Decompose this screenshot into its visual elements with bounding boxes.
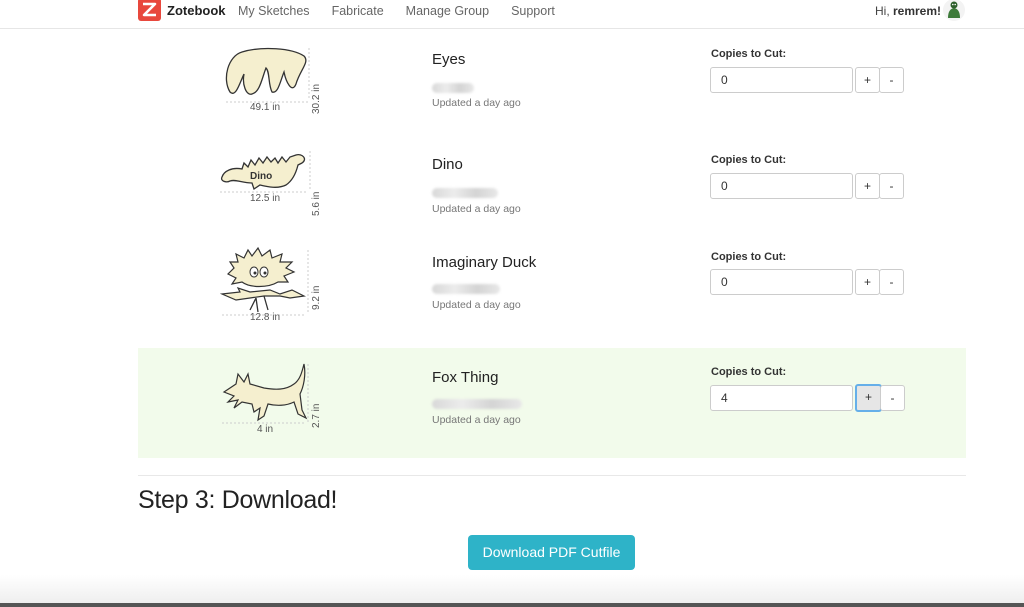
copies-input[interactable]: 0 [710,173,853,199]
sketch-item-fox-thing: 4 in 2.7 in Fox Thing Updated a day ago … [138,348,966,458]
copies-input[interactable]: 0 [710,269,853,295]
nav-links: My Sketches Fabricate Manage Group Suppo… [238,4,577,18]
decrement-button[interactable]: - [879,269,904,295]
sketch-width: 12.5 in [249,193,281,204]
zotebook-logo-icon [138,0,161,21]
increment-button[interactable]: + [855,67,880,93]
decrement-button[interactable]: - [879,173,904,199]
copies-label: Copies to Cut: [711,48,787,60]
sketch-thumbnail-eyes [222,44,312,109]
copies-input[interactable]: 0 [710,67,853,93]
sketch-item-eyes: 49.1 in 30.2 in Eyes Updated a day ago C… [138,36,966,126]
increment-button[interactable]: + [855,173,880,199]
sketch-title: Dino [432,156,463,173]
sketch-height: 30.2 in [311,83,322,114]
decrement-button[interactable]: - [879,67,904,93]
username: remrem! [893,4,942,18]
sketch-thumbnail-fox-thing [220,362,312,429]
dino-art-label: Dino [250,171,272,182]
decrement-button[interactable]: - [880,385,905,411]
copies-label: Copies to Cut: [711,154,787,166]
avatar[interactable] [942,0,966,22]
nav-link-my-sketches[interactable]: My Sketches [238,4,310,18]
sketch-width: 4 in [256,424,274,435]
window-bottom-edge [0,603,1024,607]
increment-button[interactable]: + [855,269,880,295]
sketch-item-imaginary-duck: 12.8 in 9.2 in Imaginary Duck Updated a … [138,238,966,338]
sketch-thumbnail-dino: Dino [218,149,314,198]
sketch-updated: Updated a day ago [432,203,521,215]
nav-link-manage-group[interactable]: Manage Group [406,4,489,18]
navbar: Zotebook My Sketches Fabricate Manage Gr… [0,0,1024,29]
sketch-item-dino: Dino 12.5 in 5.6 in Dino Updated a day a… [138,141,966,231]
sketch-updated: Updated a day ago [432,97,521,109]
section-divider [138,475,966,476]
sketch-updated: Updated a day ago [432,414,521,426]
sketch-height: 5.6 in [311,191,322,216]
sketch-height: 2.7 in [311,403,322,428]
sketch-author-blurred [432,188,498,198]
increment-button[interactable]: + [855,384,882,412]
sketch-width: 49.1 in [249,102,281,113]
brand-name: Zotebook [167,3,226,18]
sketch-author-blurred [432,284,500,294]
nav-link-fabricate[interactable]: Fabricate [332,4,384,18]
nav-link-support[interactable]: Support [511,4,555,18]
sketch-author-blurred [432,83,474,93]
sketch-updated: Updated a day ago [432,299,521,311]
sketch-author-blurred [432,399,522,409]
download-pdf-button[interactable]: Download PDF Cutfile [468,535,635,570]
sketch-height: 9.2 in [311,285,322,310]
sketch-width: 12.8 in [249,312,281,323]
sketch-title: Imaginary Duck [432,254,537,271]
sketch-title: Fox Thing [432,369,499,386]
greeting-prefix: Hi, [875,4,893,18]
copies-input[interactable]: 4 [710,385,853,411]
step-3-title: Step 3: Download! [138,486,338,514]
copies-label: Copies to Cut: [711,366,787,378]
sketch-thumbnail-imaginary-duck [219,246,312,321]
brand[interactable]: Zotebook [138,0,226,21]
sketch-title: Eyes [432,51,466,68]
copies-label: Copies to Cut: [711,251,787,263]
user-greeting: Hi, remrem! [875,4,941,18]
